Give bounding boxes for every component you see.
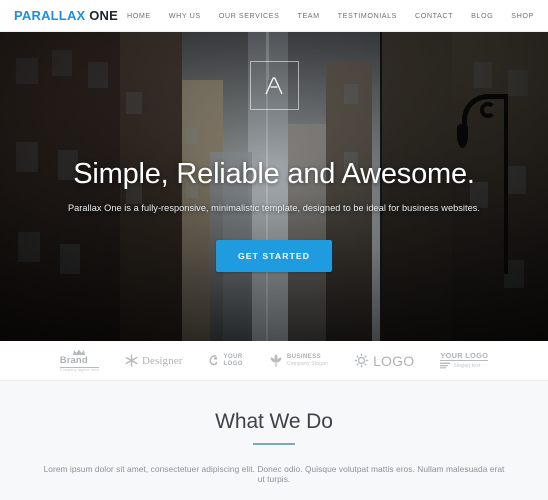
lambda-logo-icon [265,76,283,94]
nav-item-home[interactable]: HOME [118,7,160,24]
client-logo-brand-text: Brand Company tagline here [59,349,99,373]
client-logos-strip: Brand Company tagline here Designer YOUR… [0,341,548,381]
divider [440,360,489,362]
client-logo-your-logo-1-text: YOUR LOGO [223,353,243,367]
client-name: BUSINESS [286,353,321,361]
section-body-text: Lorem ipsum dolor sit amet, consectetuer… [43,464,505,484]
client-tagline: Company Slogan [286,360,329,367]
hero-title: Simple, Reliable and Awesome. [73,158,475,190]
nav-item-contact[interactable]: CONTACT [406,7,462,24]
client-logo-business-text: BUSINESS Company Slogan [287,354,328,367]
leaf-icon [270,354,282,367]
client-tagline: Slogan text [453,362,481,369]
what-we-do-section: What We Do Lorem ipsum dolor sit amet, c… [0,381,548,500]
logo-secondary: ONE [89,8,119,23]
client-logo-your-logo-2-text: YOUR LOGO Slogan text [440,350,489,370]
client-tagline: Company tagline here [59,367,99,372]
client-name: YOUR LOGO [440,350,489,360]
section-title-underline [253,443,295,445]
client-logo-business[interactable]: BUSINESS Company Slogan [269,354,328,368]
site-header: PARALLAX ONE HOME WHY US OUR SERVICES TE… [0,0,548,32]
hero-subtitle: Parallax One is a fully-responsive, mini… [67,203,481,213]
logo-primary: PARALLAX [14,8,86,23]
client-name: LOGO [373,352,415,369]
nav-item-blog[interactable]: BLOG [462,7,502,24]
client-logo-your-logo-2[interactable]: YOUR LOGO Slogan text [440,350,489,370]
client-name: Brand [59,354,88,366]
gear-sun-icon [354,353,369,368]
client-logo-designer[interactable]: Designer [125,354,183,367]
swirl-icon [209,354,218,365]
lines-icon [440,362,451,369]
nav-item-why-us[interactable]: WHY US [160,7,210,24]
nav-item-our-services[interactable]: OUR SERVICES [210,7,289,24]
get-started-button[interactable]: GET STARTED [215,240,333,272]
client-slogan-row: Slogan text [440,362,488,369]
section-title: What We Do [215,410,333,433]
main-navigation: HOME WHY US OUR SERVICES TEAM TESTIMONIA… [118,7,543,24]
page-root: PARALLAX ONE HOME WHY US OUR SERVICES TE… [0,0,548,500]
hero-content: Simple, Reliable and Awesome. Parallax O… [0,32,548,341]
client-name-line2: LOGO [223,359,243,367]
hero-logo-badge [249,61,299,110]
nav-item-shop[interactable]: SHOP [502,7,543,24]
client-name: Designer [141,354,183,367]
client-logo-brand[interactable]: Brand Company tagline here [59,349,99,373]
snowflake-icon [125,354,138,367]
client-logo-your-logo-1[interactable]: YOUR LOGO [208,353,243,368]
nav-item-team[interactable]: TEAM [289,7,329,24]
site-logo[interactable]: PARALLAX ONE [14,8,118,23]
nav-item-testimonials[interactable]: TESTIMONIALS [329,7,406,24]
client-logo-logo[interactable]: LOGO [354,353,414,369]
hero-section: Simple, Reliable and Awesome. Parallax O… [0,32,548,341]
